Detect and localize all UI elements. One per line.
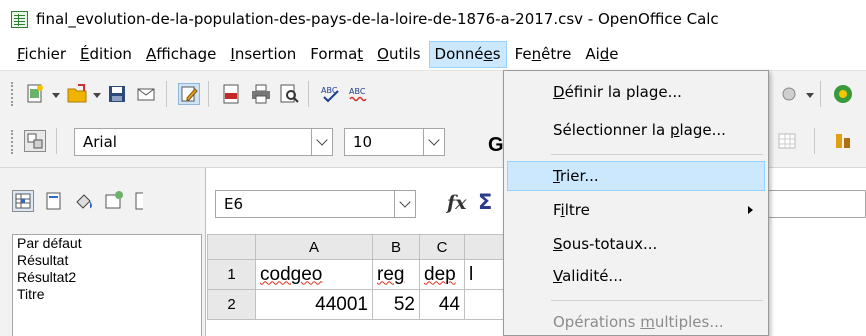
menu-fichier[interactable]: Fichier — [11, 41, 72, 68]
menu-insertion[interactable]: Insertion — [224, 41, 302, 68]
cell-d2[interactable] — [464, 289, 505, 320]
column-header[interactable]: A — [255, 234, 373, 260]
toolbar-grip[interactable] — [11, 82, 15, 106]
fill-format-icon[interactable] — [73, 190, 95, 212]
menu-item-trier[interactable]: Trier... — [507, 161, 765, 191]
menu-separator — [551, 154, 763, 155]
style-list[interactable]: Par défaut Résultat Résultat2 Titre — [12, 234, 202, 336]
cell-styles-icon[interactable] — [12, 190, 34, 212]
menu-item-validite[interactable]: Validité... — [507, 261, 765, 291]
cell-d1[interactable]: l — [464, 259, 505, 290]
page-preview-icon[interactable] — [278, 83, 300, 105]
cell-text: dep — [424, 263, 456, 285]
menu-outils[interactable]: Outils — [371, 41, 426, 68]
toolbar-separator — [814, 128, 815, 154]
toolbar-separator — [208, 81, 209, 107]
toolbar-separator — [166, 81, 167, 107]
print-icon[interactable] — [250, 83, 272, 105]
new-dropdown-arrow[interactable] — [52, 93, 60, 98]
menu-separator — [551, 300, 763, 301]
update-style-icon[interactable] — [133, 190, 143, 212]
chevron-down-icon — [428, 134, 440, 146]
function-wizard-button[interactable]: fx — [447, 192, 467, 214]
menu-fenetre[interactable]: Fenêtre — [509, 41, 578, 68]
name-box-dropdown-button[interactable] — [394, 190, 416, 218]
toolbar-grip[interactable] — [11, 130, 15, 154]
new-document-icon[interactable] — [24, 83, 46, 105]
cell-color-icon[interactable] — [832, 130, 854, 152]
new-style-icon[interactable] — [103, 190, 125, 212]
menu-item-selectionner-plage[interactable]: Sélectionner la plage... — [507, 115, 765, 145]
cell-text: codgeo — [260, 263, 323, 285]
autospellcheck-icon[interactable]: ABC — [348, 83, 370, 105]
menu-item-operations-multiples: Opérations multiples... — [553, 313, 724, 331]
submenu-arrow-icon — [748, 206, 753, 214]
name-box[interactable]: E6 — [215, 190, 395, 218]
menu-affichage[interactable]: Affichage — [140, 41, 222, 68]
window-title: final_evolution-de-la-population-des-pay… — [36, 10, 719, 28]
chevron-down-icon — [399, 196, 411, 208]
cell-a1[interactable]: codgeo — [255, 259, 373, 290]
cell-text: reg — [377, 263, 405, 285]
style-item[interactable]: Titre — [13, 286, 201, 303]
calc-app-icon — [11, 10, 28, 28]
font-size-value: 10 — [353, 133, 373, 151]
menu-item-definir-plage[interactable]: Définir la plage... — [507, 77, 765, 107]
menu-aide[interactable]: Aide — [579, 41, 624, 68]
menu-item-sous-totaux[interactable]: Sous-totaux... — [507, 229, 765, 259]
font-name-value: Arial — [83, 133, 117, 151]
spellcheck-icon[interactable]: ABC — [320, 83, 342, 105]
font-size-combobox[interactable]: 10 — [344, 128, 424, 156]
menu-bar: Fichier Édition Affichage Insertion Form… — [0, 38, 866, 70]
toolbar-separator — [308, 81, 309, 107]
chevron-down-icon — [316, 134, 328, 146]
edit-file-icon[interactable] — [178, 83, 200, 105]
toolbar-separator — [820, 81, 821, 107]
open-folder-icon[interactable] — [66, 83, 88, 105]
navigator-icon[interactable] — [832, 83, 854, 105]
title-bar: final_evolution-de-la-population-des-pay… — [0, 0, 866, 38]
svg-text:ABC: ABC — [349, 87, 366, 96]
style-item[interactable]: Par défaut — [13, 235, 201, 252]
menu-edition[interactable]: Édition — [74, 41, 138, 68]
sum-button[interactable]: Σ — [478, 190, 492, 214]
menu-item-filtre[interactable]: Filtre — [507, 195, 765, 225]
column-header[interactable]: B — [372, 234, 420, 260]
tool-dropdown-arrow[interactable] — [806, 93, 814, 98]
save-icon[interactable] — [106, 83, 128, 105]
cell-b1[interactable]: reg — [372, 259, 420, 290]
page-styles-icon[interactable] — [43, 190, 65, 212]
styles-panel: Par défaut Résultat Résultat2 Titre — [0, 168, 206, 336]
cell-c2[interactable]: 44 — [419, 289, 465, 320]
spreadsheet-grid: A B C 1 codgeo reg dep l 2 44001 52 44 — [207, 234, 505, 320]
column-header[interactable]: C — [419, 234, 465, 260]
column-header[interactable] — [464, 234, 505, 260]
grid-icon[interactable] — [776, 130, 798, 152]
font-size-dropdown-button[interactable] — [423, 128, 445, 156]
style-item-label: Par défaut — [17, 235, 82, 251]
row-header[interactable]: 2 — [207, 289, 256, 320]
styles-panel-toolbar — [0, 168, 206, 232]
cell-reference: E6 — [224, 195, 244, 213]
export-pdf-icon[interactable] — [220, 83, 242, 105]
cell-a2[interactable]: 44001 — [255, 289, 373, 320]
menu-format[interactable]: Format — [304, 41, 369, 68]
font-name-dropdown-button[interactable] — [311, 128, 333, 156]
bold-button[interactable]: G — [488, 134, 504, 157]
style-item[interactable]: Résultat2 — [13, 269, 201, 286]
open-dropdown-arrow[interactable] — [93, 93, 101, 98]
toolbar-separator — [56, 128, 57, 154]
style-item[interactable]: Résultat — [13, 252, 201, 269]
cell-b2[interactable]: 52 — [372, 289, 420, 320]
email-icon[interactable] — [136, 83, 158, 105]
select-all-corner[interactable] — [207, 234, 256, 260]
cell-c1[interactable]: dep — [419, 259, 465, 290]
tool-icon[interactable] — [778, 83, 800, 105]
menu-donnees[interactable]: Données — [428, 40, 507, 68]
row-header[interactable]: 1 — [207, 259, 256, 290]
donnees-menu-dropdown: Définir la plage... Sélectionner la plag… — [503, 70, 769, 336]
font-name-combobox[interactable]: Arial — [74, 128, 312, 156]
styles-formatting-icon[interactable] — [24, 130, 46, 152]
